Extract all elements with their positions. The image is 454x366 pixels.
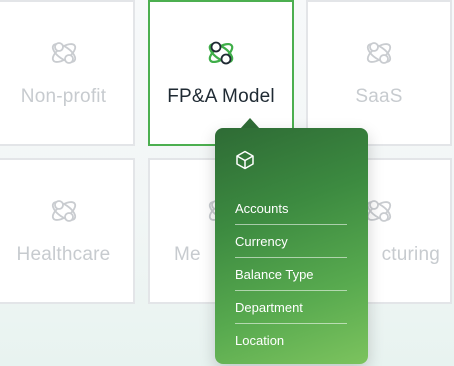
card-saas[interactable]: SaaS [306,0,452,146]
card-fpa-model[interactable]: FP&A Model [148,0,294,146]
card-label: Me [174,244,201,265]
card-label: Non-profit [20,86,107,107]
card-nonprofit[interactable]: Non-profit [0,0,135,146]
dimensions-menu: Accounts Currency Balance Type Departmen… [235,192,347,356]
card-label: FP&A Model [167,86,275,107]
card-healthcare[interactable]: Healthcare [0,158,135,304]
menu-item-location[interactable]: Location [235,324,347,356]
card-label: Healthcare [16,244,111,265]
finance-globe-icon [47,194,81,228]
dimensions-popup: Accounts Currency Balance Type Departmen… [215,128,368,364]
menu-item-accounts[interactable]: Accounts [235,192,347,225]
finance-globe-icon [204,36,238,70]
card-label: SaaS [355,86,403,107]
finance-globe-icon [47,36,81,70]
menu-item-currency[interactable]: Currency [235,225,347,258]
cube-icon [235,150,255,175]
menu-item-balance-type[interactable]: Balance Type [235,258,347,291]
menu-item-department[interactable]: Department [235,291,347,324]
card-label: cturing [381,244,440,265]
finance-globe-icon [362,36,396,70]
